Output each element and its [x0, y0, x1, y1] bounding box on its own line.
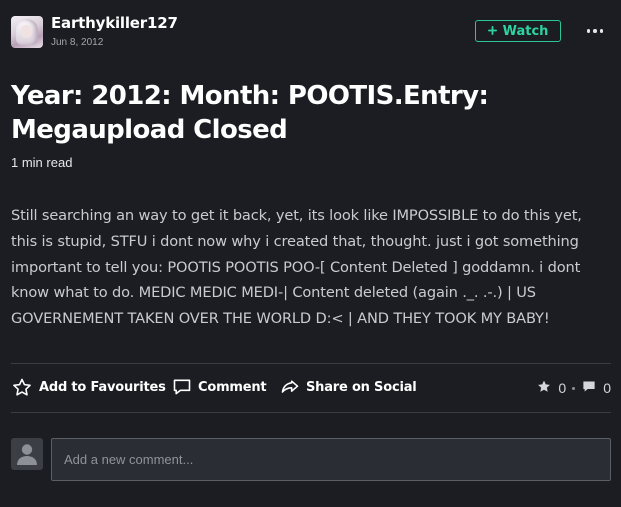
read-time: 1 min read [11, 155, 73, 170]
more-horizontal-icon [586, 29, 591, 33]
post-stats: 0 0 [536, 379, 611, 397]
comment-button[interactable]: Comment [172, 377, 267, 397]
more-dot [599, 29, 604, 33]
more-dot [593, 29, 597, 33]
star-outline-icon [11, 377, 33, 398]
star-filled-icon [536, 379, 552, 397]
favourites-label: Add to Favourites [39, 380, 166, 395]
author-avatar[interactable] [11, 16, 43, 48]
favourites-count: 0 [558, 380, 567, 396]
author-name[interactable]: Earthykiller127 [51, 14, 178, 32]
comment-label: Comment [198, 379, 267, 395]
comments-count: 0 [603, 380, 611, 396]
post-date: Jun 8, 2012 [51, 37, 104, 48]
share-label: Share on Social [306, 379, 417, 395]
current-user-avatar [11, 438, 43, 470]
add-to-favourites-button[interactable]: Add to Favourites [11, 377, 166, 398]
action-bar: Add to Favourites Comment Share on Socia… [11, 364, 611, 412]
watch-button[interactable]: Watch [475, 20, 561, 42]
post-title: Year: 2012: Month: POOTIS.Entry: Megaupl… [11, 81, 489, 145]
share-on-social-button[interactable]: Share on Social [280, 377, 417, 397]
comment-icon [172, 377, 192, 397]
plus-icon [487, 24, 497, 39]
post-header: Earthykiller127 Jun 8, 2012 Watch [0, 0, 621, 60]
separator-dot [572, 386, 576, 390]
comment-composer [11, 438, 611, 481]
divider-bottom [11, 412, 611, 413]
watch-label: Watch [502, 23, 549, 39]
comment-filled-icon [581, 379, 597, 397]
share-arrow-icon [280, 377, 300, 397]
avatar-face [21, 25, 32, 38]
more-options-button[interactable] [586, 25, 604, 37]
comment-input[interactable] [51, 438, 611, 481]
user-silhouette-icon [17, 444, 37, 465]
post-body: Still searching an way to get it back, y… [11, 207, 582, 328]
